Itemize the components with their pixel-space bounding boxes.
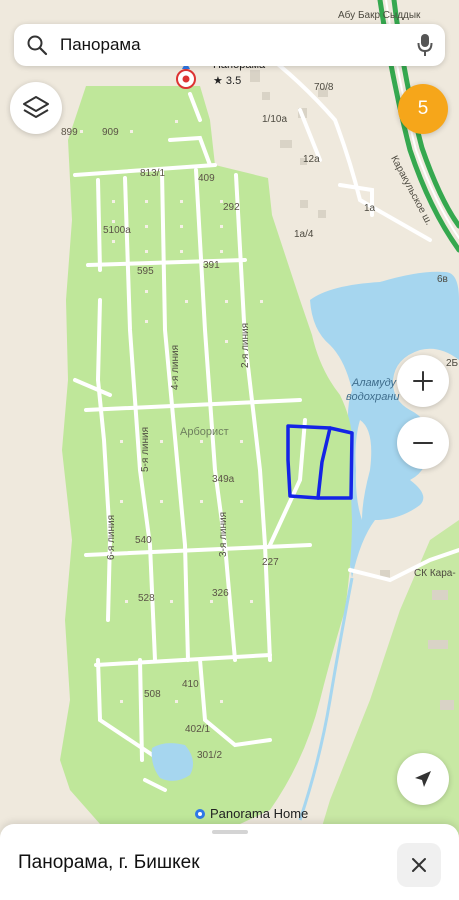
map-label-line5: 5-я линия bbox=[140, 426, 151, 472]
map-label-arboretum: Арборист bbox=[180, 426, 229, 438]
layers-icon bbox=[23, 96, 49, 118]
map-label-1a-4: 1а/4 bbox=[294, 229, 314, 240]
map-label-409: 409 bbox=[198, 173, 215, 184]
minus-icon bbox=[413, 442, 433, 444]
poi-panorama-home-label: Panorama Home bbox=[210, 806, 309, 821]
map-label-line2: 2-я линия bbox=[240, 322, 251, 368]
map-label-line3: 3-я линия bbox=[218, 511, 229, 557]
search-bar[interactable]: Панорама bbox=[14, 24, 445, 66]
map-label-227: 227 bbox=[262, 557, 279, 568]
map-label-391: 391 bbox=[203, 260, 220, 271]
traffic-level-value: 5 bbox=[417, 98, 429, 119]
map-label-899: 899 bbox=[61, 127, 78, 138]
map-label-abu-bakr: Абу Бакр Сыддык bbox=[338, 10, 421, 21]
map-label-540: 540 bbox=[135, 535, 152, 546]
map-label-1a: 1а bbox=[364, 203, 376, 214]
poi-dot-icon bbox=[195, 808, 205, 819]
map-label-813-1: 813/1 bbox=[140, 168, 166, 179]
layers-button[interactable] bbox=[10, 82, 62, 134]
map-label-301-2: 301/2 bbox=[197, 750, 223, 761]
map-label-410: 410 bbox=[182, 679, 199, 690]
map-label-326: 326 bbox=[212, 588, 229, 599]
map-label-292: 292 bbox=[223, 202, 240, 213]
map-label-1-10a: 1/10а bbox=[262, 114, 288, 125]
map-label-reservoir-1: Аламуду bbox=[352, 377, 397, 389]
bottom-sheet[interactable]: Панорама, г. Бишкек bbox=[0, 824, 459, 900]
plus-icon bbox=[413, 371, 433, 391]
map-label-402-1: 402/1 bbox=[185, 724, 211, 735]
my-location-button[interactable] bbox=[397, 753, 449, 805]
search-icon[interactable] bbox=[14, 24, 60, 66]
map-label-line4: 4-я линия bbox=[170, 344, 181, 390]
map-label-6v: 6в bbox=[437, 274, 448, 285]
sheet-drag-handle[interactable] bbox=[212, 830, 248, 834]
close-icon bbox=[412, 858, 426, 872]
map-label-508: 508 bbox=[144, 689, 161, 700]
map-label-595: 595 bbox=[137, 266, 154, 277]
traffic-level-button[interactable]: 5 bbox=[398, 84, 448, 134]
map-label-5100a: 5100а bbox=[103, 225, 131, 236]
map-label-line6: 6-я линия bbox=[106, 514, 117, 560]
zoom-out-button[interactable] bbox=[397, 417, 449, 469]
map-label-12a: 12а bbox=[303, 154, 320, 165]
navigation-arrow-icon bbox=[415, 771, 431, 787]
sheet-title: Панорама, г. Бишкек bbox=[18, 852, 200, 873]
map-label-2b: 2Б bbox=[446, 358, 459, 369]
map-label-70-8: 70/8 bbox=[314, 82, 334, 93]
close-button[interactable] bbox=[397, 843, 441, 887]
map-label-sk-kara: СК Кара- bbox=[414, 568, 456, 579]
map-label-528: 528 bbox=[138, 593, 155, 604]
microphone-icon[interactable] bbox=[405, 24, 445, 66]
zoom-in-button[interactable] bbox=[397, 355, 449, 407]
map-label-reservoir-2: водохрани bbox=[346, 391, 400, 403]
map-label-909: 909 bbox=[102, 127, 119, 138]
search-input[interactable]: Панорама bbox=[60, 35, 405, 55]
map-label-349a: 349а bbox=[212, 474, 235, 485]
place-rating: ★ 3.5 bbox=[213, 75, 242, 87]
poi-panorama-home[interactable]: Panorama Home bbox=[195, 806, 308, 821]
